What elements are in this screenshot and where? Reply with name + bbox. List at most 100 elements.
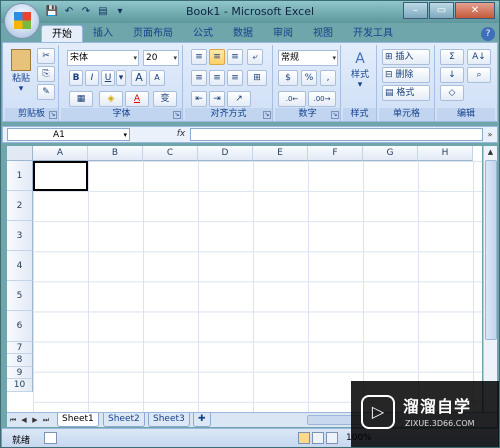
column-header[interactable]: E: [253, 146, 308, 161]
row-header[interactable]: 8: [7, 354, 33, 367]
fill-color-icon[interactable]: ◈: [99, 91, 123, 107]
office-button[interactable]: [4, 3, 40, 39]
font-color-icon[interactable]: A: [125, 91, 149, 107]
cell-area[interactable]: [33, 161, 482, 412]
insert-cells-button[interactable]: ⊞ 插入: [382, 49, 430, 65]
number-format-select[interactable]: 常规 ▾: [278, 50, 338, 66]
scroll-up-icon[interactable]: ▲: [484, 146, 497, 159]
row-header[interactable]: 6: [7, 311, 33, 342]
phonetic-icon[interactable]: 变: [153, 91, 177, 107]
restore-button[interactable]: ▭: [429, 2, 454, 19]
align-left-icon[interactable]: ≡: [191, 70, 207, 86]
format-cells-button[interactable]: ▤ 格式: [382, 85, 430, 101]
align-right-icon[interactable]: ≡: [227, 70, 243, 86]
font-name-select[interactable]: 宋体 ▾: [67, 50, 139, 66]
insert-function-icon[interactable]: fx: [174, 128, 188, 141]
help-icon[interactable]: ?: [481, 27, 495, 41]
tab-home[interactable]: 开始: [41, 25, 83, 43]
vertical-scroll-thumb[interactable]: [485, 160, 497, 340]
grow-font-button[interactable]: A: [131, 70, 147, 86]
column-header[interactable]: F: [308, 146, 363, 161]
underline-dropdown-icon[interactable]: ▾: [116, 70, 126, 86]
number-launcher-icon[interactable]: ↘: [331, 111, 339, 119]
autosum-icon[interactable]: Σ: [440, 49, 464, 65]
tab-insert[interactable]: 插入: [83, 25, 123, 43]
delete-cells-button[interactable]: ⊟ 删除: [382, 67, 430, 83]
decrease-decimal-icon[interactable]: .00→: [308, 91, 336, 107]
comma-icon[interactable]: ,: [320, 70, 336, 86]
active-cell[interactable]: [33, 161, 88, 191]
first-sheet-icon[interactable]: ⏮: [9, 414, 17, 426]
expand-formula-bar-icon[interactable]: »: [485, 128, 495, 141]
align-bottom-icon[interactable]: ≡: [227, 49, 243, 65]
align-top-icon[interactable]: ≡: [191, 49, 207, 65]
page-layout-view-icon[interactable]: [312, 432, 324, 444]
close-button[interactable]: ✕: [455, 2, 495, 19]
normal-view-icon[interactable]: [298, 432, 310, 444]
wrap-text-icon[interactable]: ⤶: [247, 49, 263, 65]
font-size-select[interactable]: 20 ▾: [143, 50, 179, 66]
sheet-tab-sheet1[interactable]: Sheet1: [57, 413, 99, 427]
tab-review[interactable]: 审阅: [263, 25, 303, 43]
alignment-launcher-icon[interactable]: ↘: [263, 111, 271, 119]
column-header[interactable]: G: [363, 146, 418, 161]
column-header[interactable]: A: [33, 146, 88, 161]
column-header[interactable]: D: [198, 146, 253, 161]
row-header[interactable]: 1: [7, 161, 33, 192]
select-all-corner[interactable]: [7, 146, 33, 161]
font-launcher-icon[interactable]: ↘: [173, 111, 181, 119]
formula-input[interactable]: [190, 128, 483, 141]
name-box-dropdown-icon[interactable]: ▾: [123, 129, 127, 141]
name-box[interactable]: A1 ▾: [7, 128, 130, 141]
page-break-view-icon[interactable]: [326, 432, 338, 444]
decrease-indent-icon[interactable]: ⇤: [191, 91, 207, 107]
sort-filter-icon[interactable]: A↓: [467, 49, 491, 65]
fill-icon[interactable]: ↓: [440, 67, 464, 83]
tab-data[interactable]: 数据: [223, 25, 263, 43]
find-select-icon[interactable]: ⌕: [467, 67, 491, 83]
minimize-button[interactable]: –: [403, 2, 428, 19]
column-header[interactable]: H: [418, 146, 473, 161]
next-sheet-icon[interactable]: ▶: [31, 414, 39, 426]
border-icon[interactable]: ▦: [69, 91, 93, 107]
orientation-icon[interactable]: ↗: [227, 91, 251, 107]
percent-icon[interactable]: %: [301, 70, 317, 86]
shrink-font-button[interactable]: A: [149, 70, 165, 86]
last-sheet-icon[interactable]: ⏭: [42, 414, 50, 426]
insert-sheet-icon[interactable]: ✚: [193, 413, 211, 427]
align-middle-icon[interactable]: ≡: [209, 49, 225, 65]
row-header[interactable]: 5: [7, 281, 33, 312]
tab-developer[interactable]: 开发工具: [343, 25, 403, 43]
italic-button[interactable]: I: [85, 70, 99, 86]
currency-icon[interactable]: $: [278, 70, 298, 86]
increase-indent-icon[interactable]: ⇥: [209, 91, 225, 107]
row-header[interactable]: 9: [7, 366, 33, 380]
sheet-tab-sheet3[interactable]: Sheet3: [148, 413, 190, 427]
prev-sheet-icon[interactable]: ◀: [20, 414, 28, 426]
row-header[interactable]: 7: [7, 341, 33, 355]
row-header[interactable]: 2: [7, 191, 33, 222]
macro-record-icon[interactable]: [44, 432, 57, 444]
underline-button[interactable]: U: [101, 70, 115, 86]
row-header[interactable]: 3: [7, 221, 33, 252]
clipboard-launcher-icon[interactable]: ↘: [49, 111, 57, 119]
clear-icon[interactable]: ◇: [440, 85, 464, 101]
align-center-icon[interactable]: ≡: [209, 70, 225, 86]
styles-button[interactable]: A 样式 ▾: [345, 51, 375, 90]
cut-icon[interactable]: ✂: [37, 48, 55, 64]
bold-button[interactable]: B: [69, 70, 83, 86]
sheet-tab-sheet2[interactable]: Sheet2: [103, 413, 145, 427]
row-header[interactable]: 4: [7, 251, 33, 282]
increase-decimal-icon[interactable]: .0←: [278, 91, 306, 107]
copy-icon[interactable]: ⎘: [37, 66, 55, 82]
tab-page-layout[interactable]: 页面布局: [123, 25, 183, 43]
tab-view[interactable]: 视图: [303, 25, 343, 43]
row-header[interactable]: 10: [7, 379, 33, 392]
vertical-scrollbar[interactable]: ▲: [483, 146, 497, 412]
format-painter-icon[interactable]: ✎: [37, 84, 55, 100]
column-header[interactable]: B: [88, 146, 143, 161]
paste-button[interactable]: 粘贴 ▾: [8, 49, 34, 94]
tab-formulas[interactable]: 公式: [183, 25, 223, 43]
merge-center-icon[interactable]: ⊞: [247, 70, 267, 86]
column-header[interactable]: C: [143, 146, 198, 161]
